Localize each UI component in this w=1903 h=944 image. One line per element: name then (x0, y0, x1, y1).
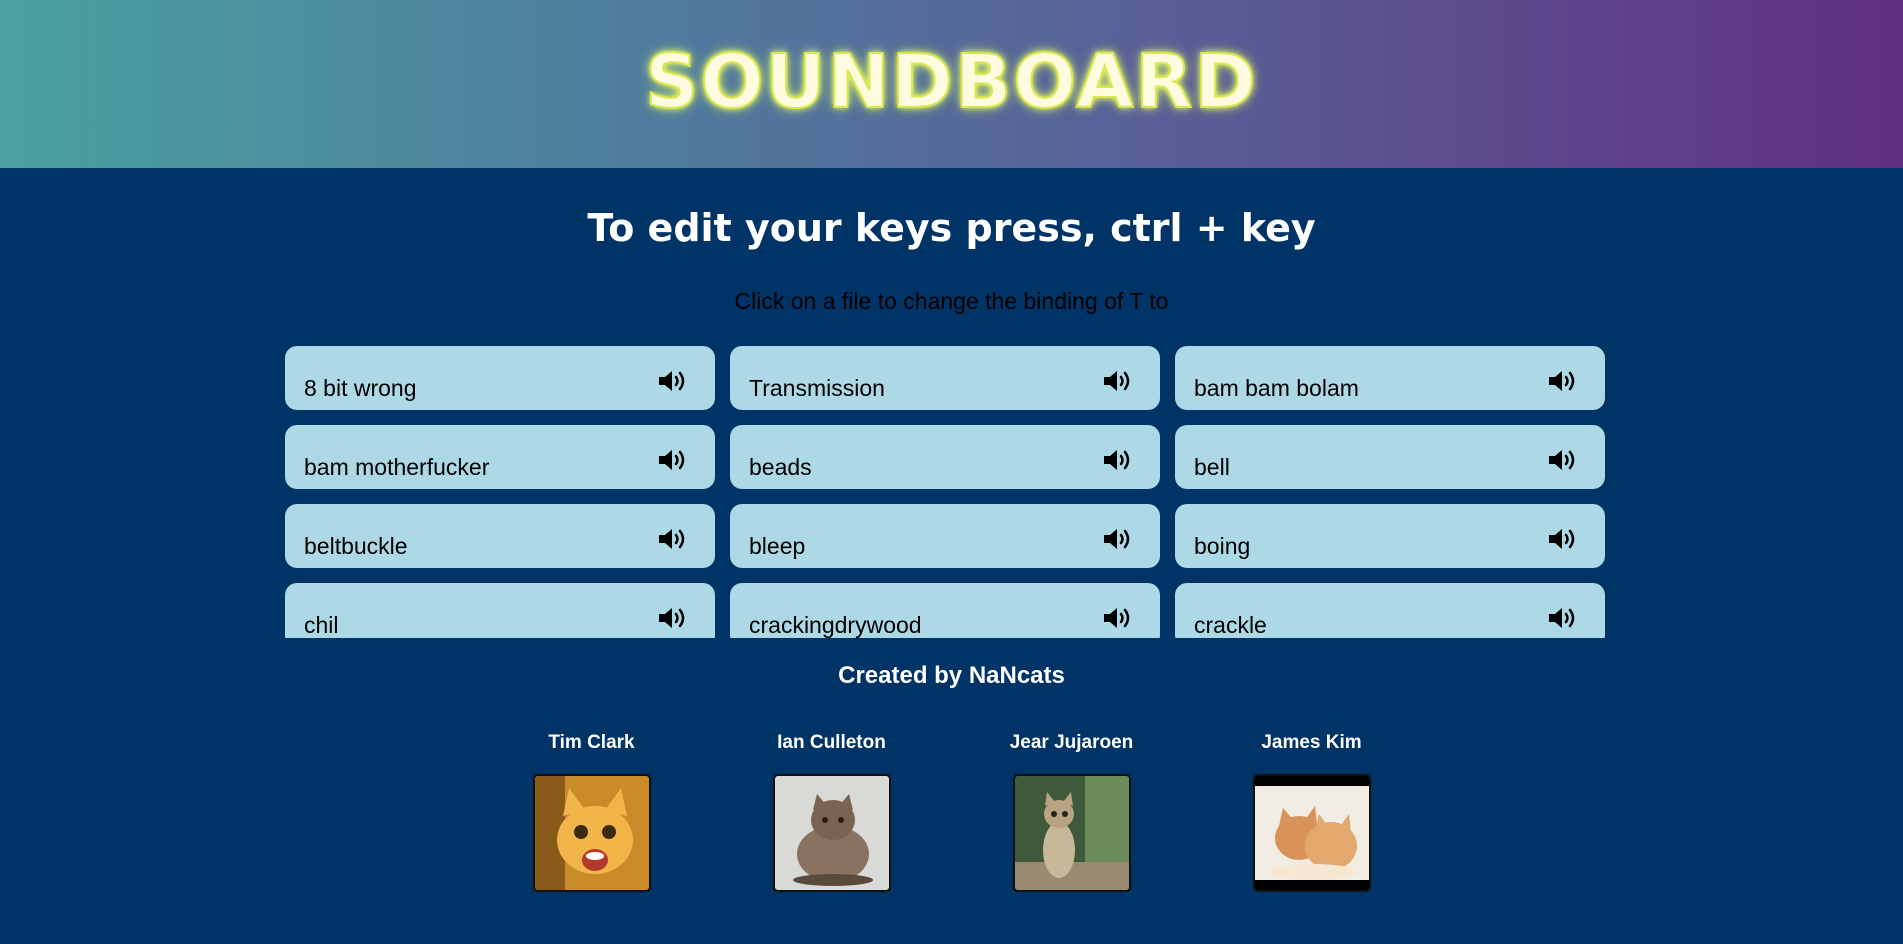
speaker-icon[interactable] (1547, 368, 1577, 394)
sound-label: Transmission (749, 375, 885, 401)
sound-tile-bell[interactable]: bell (1175, 425, 1605, 489)
speaker-icon[interactable] (657, 368, 687, 394)
team-member: James Kim (1252, 730, 1371, 892)
sound-tile-8-bit-wrong[interactable]: 8 bit wrong (285, 346, 715, 410)
speaker-icon[interactable] (1547, 605, 1577, 631)
kitten-standing-avatar (1012, 774, 1131, 892)
speaker-icon[interactable] (1102, 447, 1132, 473)
sound-tile-beads[interactable]: beads (730, 425, 1160, 489)
speaker-icon[interactable] (1102, 605, 1132, 631)
speaker-icon[interactable] (1102, 368, 1132, 394)
sound-label: beltbuckle (304, 533, 408, 559)
speaker-icon[interactable] (657, 447, 687, 473)
sound-label: bell (1194, 454, 1230, 480)
member-name: Ian Culleton (777, 732, 886, 753)
sound-grid: 8 bit wrong Transmission bam bam bolam b… (285, 346, 1605, 638)
sound-label: bam bam bolam (1194, 375, 1359, 401)
sound-label: crackle (1194, 612, 1267, 638)
binding-hint: Click on a file to change the binding of… (734, 288, 1169, 314)
sound-tile-crackle[interactable]: crackle (1175, 583, 1605, 638)
fluffy-grey-cat-avatar (772, 774, 891, 892)
sound-tile-bleep[interactable]: bleep (730, 504, 1160, 568)
sound-label: bleep (749, 533, 806, 559)
sound-tile-transmission[interactable]: Transmission (730, 346, 1160, 410)
sound-tile-bam-bam-bolam[interactable]: bam bam bolam (1175, 346, 1605, 410)
header-banner: SOUNDBOARD (0, 0, 1903, 168)
team-member: Jear Jujaroen (1009, 730, 1134, 892)
sound-label: bam motherfucker (304, 454, 490, 480)
sound-label: crackingdrywood (749, 612, 922, 638)
speaker-icon[interactable] (1102, 526, 1132, 552)
sound-label: boing (1194, 533, 1251, 559)
sound-tile-crackingdrywood[interactable]: crackingdrywood (730, 583, 1160, 638)
orange-kitten-avatar (532, 774, 651, 892)
team-member: Ian Culleton (772, 730, 891, 892)
member-name: Jear Jujaroen (1009, 732, 1134, 753)
team-list: Tim Clark Ian Culleton Jear Jujaroen Jam… (0, 730, 1903, 892)
member-name: Tim Clark (548, 732, 635, 753)
sound-label: chil (304, 612, 339, 638)
sound-tile-boing[interactable]: boing (1175, 504, 1605, 568)
credits-title: Created by NaNcats (838, 662, 1065, 689)
sound-label: 8 bit wrong (304, 375, 417, 401)
sound-tile-chil[interactable]: chil (285, 583, 715, 638)
speaker-icon[interactable] (657, 526, 687, 552)
sound-tile-bam-motherfucker[interactable]: bam motherfucker (285, 425, 715, 489)
member-name: James Kim (1261, 732, 1362, 753)
edit-instructions-title: To edit your keys press, ctrl + key (587, 206, 1316, 250)
speaker-icon[interactable] (1547, 447, 1577, 473)
team-member: Tim Clark (532, 730, 651, 892)
app-logo: SOUNDBOARD (644, 38, 1258, 126)
sound-label: beads (749, 454, 812, 480)
speaker-icon[interactable] (1547, 526, 1577, 552)
speaker-icon[interactable] (657, 605, 687, 631)
sound-tile-beltbuckle[interactable]: beltbuckle (285, 504, 715, 568)
two-kittens-avatar (1252, 774, 1371, 892)
